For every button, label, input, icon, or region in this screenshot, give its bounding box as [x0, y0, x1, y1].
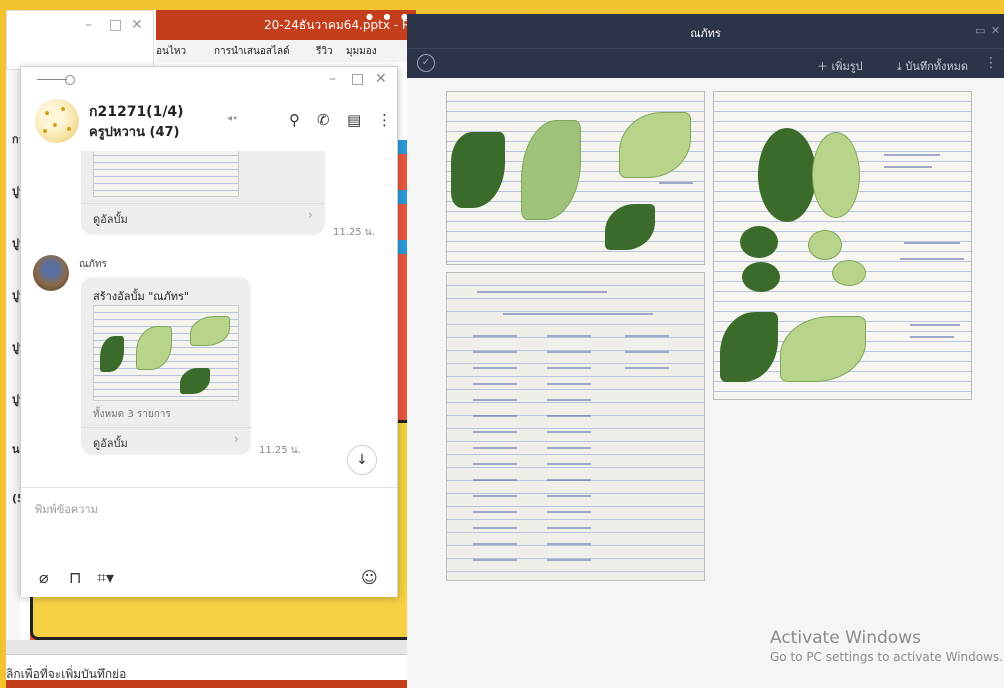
- close-icon[interactable]: ✕: [131, 17, 143, 33]
- phone-icon[interactable]: ✆: [317, 111, 330, 129]
- activate-windows-watermark: Activate Windows Go to PC settings to ac…: [770, 628, 1004, 664]
- ppt-ribbon: อนไหว การนำเสนอสไลด์ รีวิว มุมมอง: [156, 40, 416, 62]
- chat-titlebar: – □ ✕: [21, 67, 397, 95]
- view-album-row[interactable]: ดูอัลบั้ม ›: [81, 427, 251, 455]
- ppt-menu-slideshow[interactable]: การนำเสนอสไลด์: [214, 44, 290, 59]
- maximize-icon[interactable]: ▭: [975, 24, 985, 37]
- view-album-row[interactable]: ดูอัลบั้ม ›: [81, 203, 325, 231]
- group-avatar[interactable]: [35, 99, 79, 143]
- photo-grid: [407, 78, 1004, 638]
- attach-icon[interactable]: ⌀: [39, 568, 49, 587]
- album-created-text: สร้างอัลบั้ม "ณภัทร": [93, 290, 189, 303]
- scroll-down-icon[interactable]: ↓: [347, 445, 377, 475]
- view-album-link[interactable]: ดูอัลบั้ม: [93, 210, 128, 228]
- add-photo-label: เพิ่มรูป: [831, 60, 863, 73]
- bookmark-icon[interactable]: ⊓: [69, 568, 81, 587]
- mute-icon: ◂∙: [227, 113, 239, 124]
- album-thumbnail[interactable]: [93, 151, 239, 197]
- group-members: ครูปหวาน (47): [89, 125, 180, 140]
- search-icon[interactable]: ⚲: [289, 111, 300, 129]
- group-name: ก21271(1/4): [89, 104, 184, 120]
- album-titlebar: ณภัทร ▭ ✕: [407, 14, 1004, 48]
- add-icon: ＋: [817, 60, 828, 73]
- ppt-scrollbar[interactable]: [6, 640, 410, 654]
- album-count: ทั้งหมด 3 รายการ: [93, 409, 171, 420]
- watermark-subtitle: Go to PC settings to activate Windows.: [770, 650, 1004, 664]
- more-icon[interactable]: ⋮: [984, 55, 998, 71]
- crop-icon[interactable]: ⌗▾: [97, 568, 114, 588]
- sender-avatar[interactable]: [33, 255, 69, 291]
- ppt-menu-animations[interactable]: อนไหว: [156, 44, 186, 59]
- album-title: ณภัทร: [690, 27, 721, 40]
- message-input-area[interactable]: พิมพ์ข้อความ ⌀ ⊓ ⌗▾ ☺: [21, 487, 397, 597]
- notes-icon[interactable]: ▤: [347, 111, 361, 129]
- maximize-icon[interactable]: □: [109, 17, 122, 33]
- chat-messages[interactable]: ดูอัลบั้ม › 11.25 น. ณภัทร สร้างอัลบั้ม …: [21, 151, 397, 487]
- background-window: – □ ✕: [6, 10, 154, 70]
- add-photo-button[interactable]: ＋ เพิ่มรูป: [817, 57, 863, 75]
- album-thumbnail[interactable]: [93, 305, 239, 401]
- album-photo[interactable]: [446, 91, 705, 265]
- ppt-statusbar: [6, 680, 410, 688]
- save-all-button[interactable]: ⤓ บันทึกทั้งหมด: [897, 57, 968, 75]
- album-bubble[interactable]: ดูอัลบั้ม ›: [81, 151, 325, 235]
- message-time: 11.25 น.: [333, 227, 375, 238]
- pin-icon[interactable]: [37, 75, 75, 85]
- album-toolbar: ✓ ＋ เพิ่มรูป ⤓ บันทึกทั้งหมด ⋮: [407, 48, 1004, 78]
- minimize-icon[interactable]: –: [85, 17, 92, 33]
- chevron-right-icon: ›: [233, 432, 239, 447]
- save-all-label: บันทึกทั้งหมด: [905, 60, 969, 73]
- more-icon[interactable]: ⋮: [377, 111, 392, 129]
- sender-name: ณภัทร: [79, 259, 107, 270]
- close-icon[interactable]: ✕: [375, 71, 387, 87]
- album-bubble[interactable]: สร้างอัลบั้ม "ณภัทร" ทั้งหมด 3 รายการ ดู…: [81, 277, 251, 455]
- message-input[interactable]: พิมพ์ข้อความ: [35, 500, 98, 518]
- emoji-icon[interactable]: ☺: [361, 568, 378, 587]
- message-time: 11.25 น.: [259, 445, 301, 456]
- ppt-menu-review[interactable]: รีวิว: [316, 44, 333, 59]
- maximize-icon[interactable]: □: [351, 71, 364, 87]
- minimize-icon[interactable]: –: [329, 71, 336, 87]
- download-icon: ⤓: [897, 60, 902, 73]
- view-album-link[interactable]: ดูอัลบั้ม: [93, 434, 128, 452]
- chevron-right-icon: ›: [307, 208, 313, 223]
- chat-header: ก21271(1/4) ครูปหวาน (47) ◂∙ ⚲ ✆ ▤ ⋮: [21, 95, 397, 151]
- line-chat-window: – □ ✕ ก21271(1/4) ครูปหวาน (47) ◂∙ ⚲ ✆ ▤…: [20, 66, 398, 597]
- album-photo[interactable]: [446, 272, 705, 581]
- album-viewer-window: ณภัทร ▭ ✕ ✓ ＋ เพิ่มรูป ⤓ บันทึกทั้งหมด ⋮: [407, 14, 1004, 688]
- close-icon[interactable]: ✕: [991, 24, 1000, 37]
- ppt-menu-view[interactable]: มุมมอง: [346, 44, 377, 59]
- check-circle-icon[interactable]: ✓: [417, 54, 435, 72]
- album-photo[interactable]: [713, 91, 972, 400]
- watermark-title: Activate Windows: [770, 628, 921, 648]
